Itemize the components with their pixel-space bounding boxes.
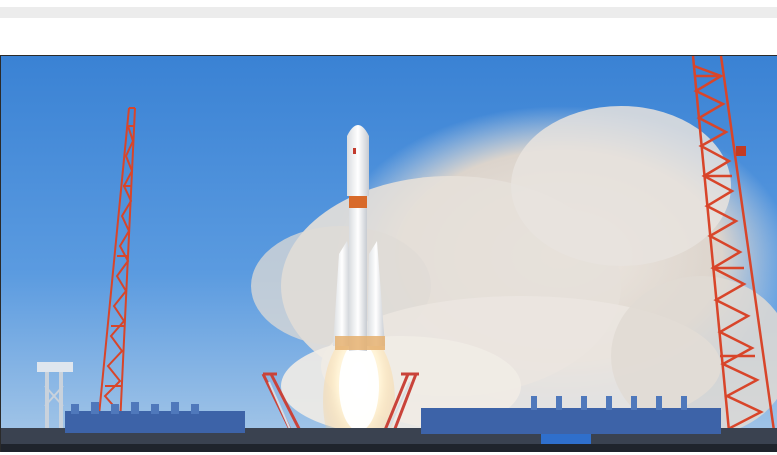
tower-platform [736,146,746,156]
rocket-launch-photo [0,55,777,452]
top-bar [0,7,777,18]
photo-canvas [1,56,777,452]
